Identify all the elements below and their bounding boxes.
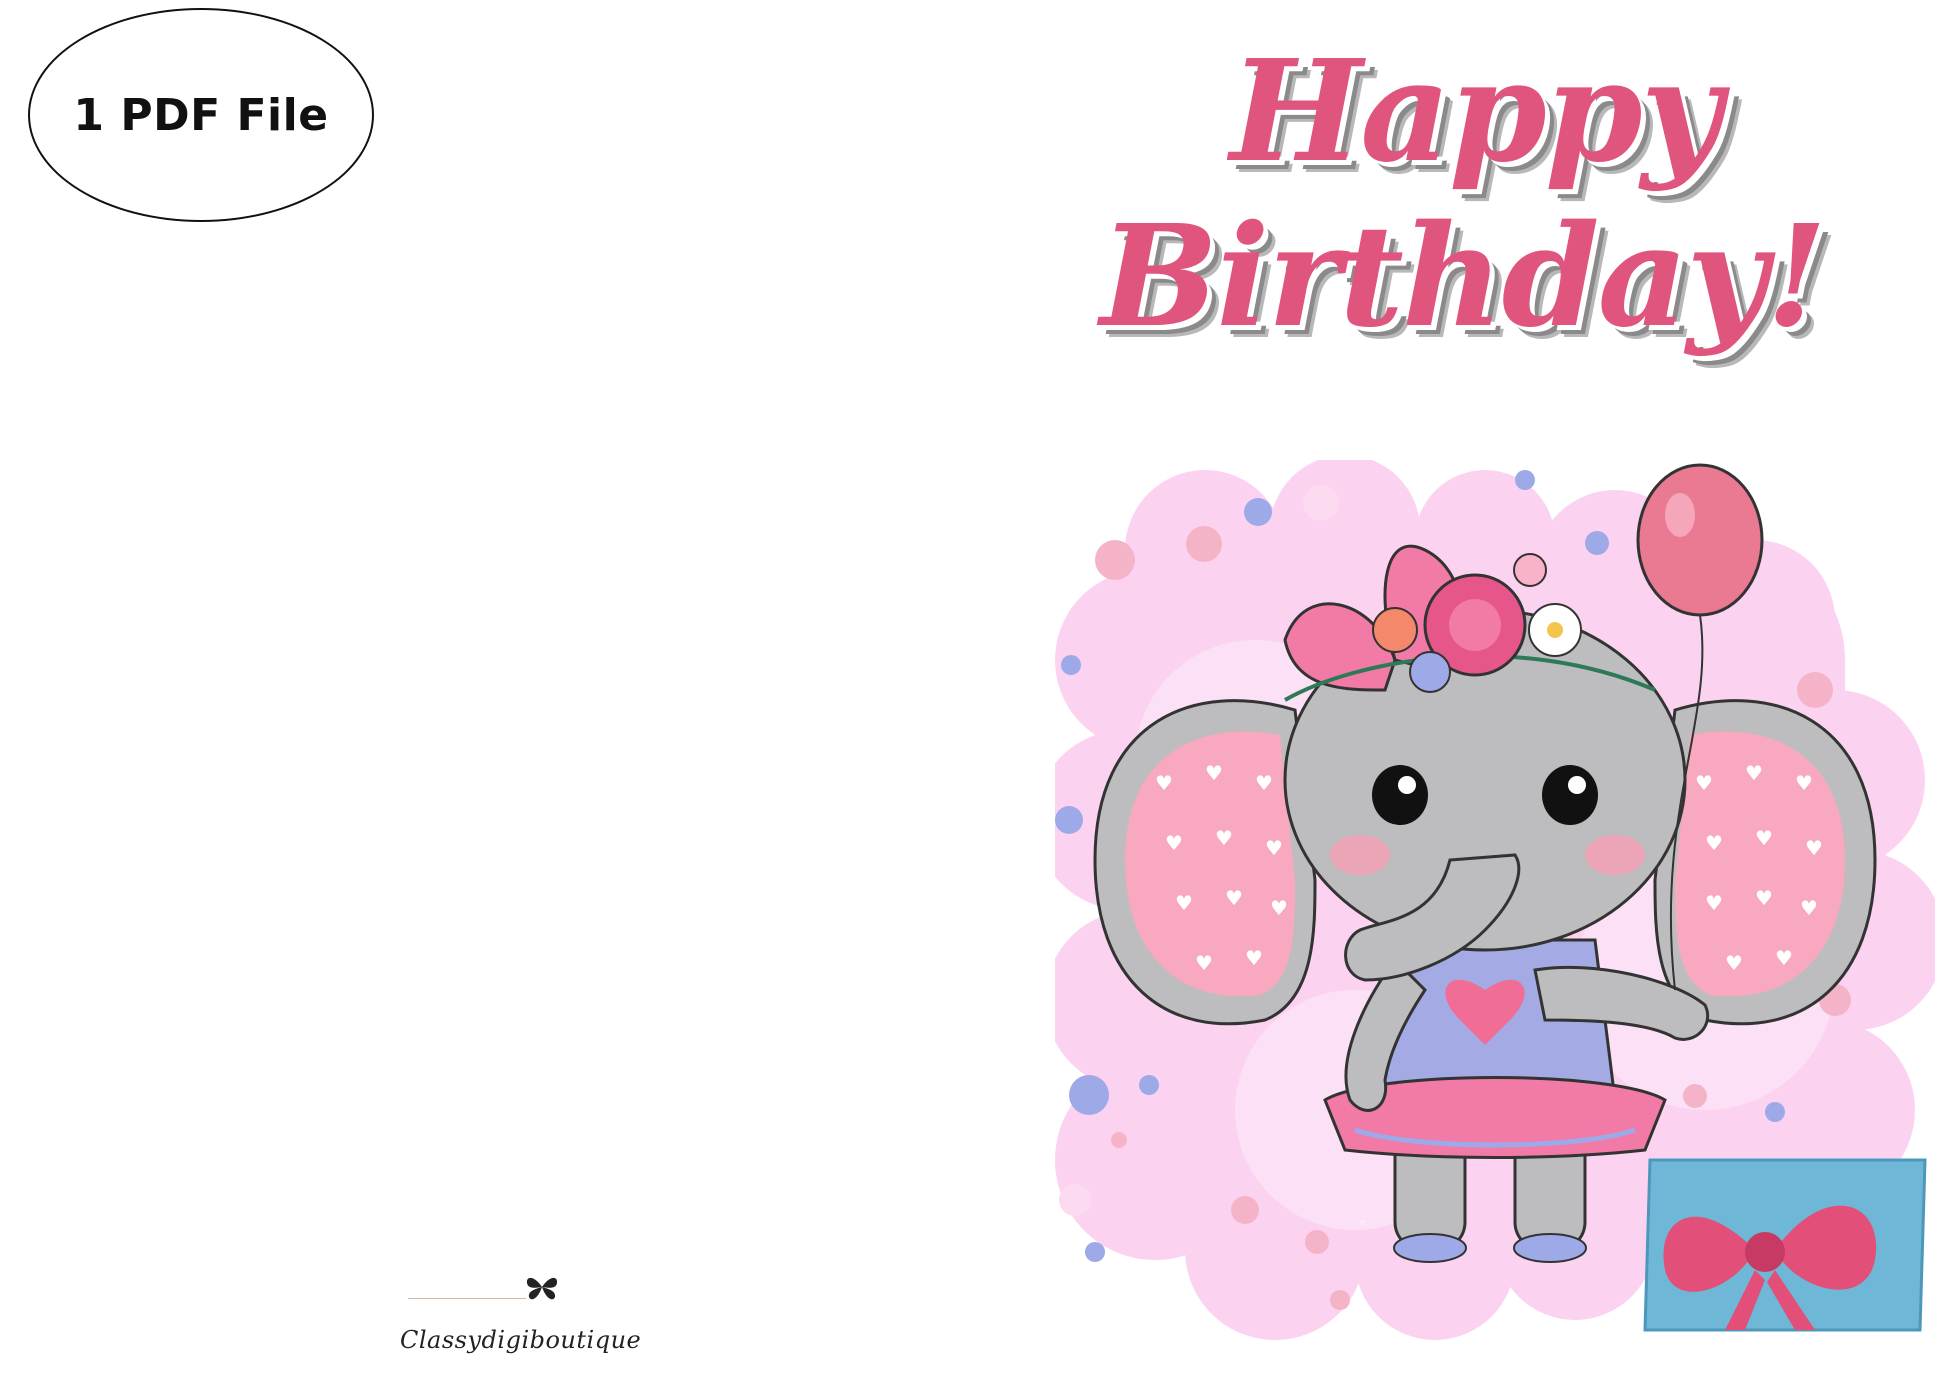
svg-text:♥: ♥ — [1705, 831, 1723, 855]
badge-label: 1 PDF File — [73, 89, 329, 141]
svg-text:♥: ♥ — [1805, 836, 1823, 860]
brand-mark: Classydigiboutique — [400, 1258, 642, 1368]
svg-text:♥: ♥ — [1195, 951, 1213, 975]
butterfly-logo-icon — [526, 1277, 558, 1300]
svg-text:♥: ♥ — [1155, 771, 1173, 795]
svg-text:♥: ♥ — [1205, 761, 1223, 785]
svg-text:♥: ♥ — [1270, 896, 1288, 920]
title-line-happy: Happy — [1230, 30, 1722, 194]
svg-text:♥: ♥ — [1265, 836, 1283, 860]
brand-divider — [408, 1298, 526, 1299]
svg-text:♥: ♥ — [1245, 946, 1263, 970]
card-title: Happy Birthday! — [1080, 20, 1940, 400]
svg-text:♥: ♥ — [1165, 831, 1183, 855]
title-line-birthday: Birthday! — [1100, 195, 1827, 359]
svg-text:♥: ♥ — [1755, 886, 1773, 910]
svg-text:♥: ♥ — [1755, 826, 1773, 850]
svg-text:♥: ♥ — [1795, 771, 1813, 795]
elephant-illustration: ♥ ♥ ♥ ♥ ♥ ♥ ♥ ♥ ♥ ♥ ♥ ♥ ♥ ♥ ♥ ♥ ♥ ♥ ♥ ♥ ♥ ♥ — [1055, 460, 1935, 1340]
file-count-badge: 1 PDF File — [28, 8, 374, 222]
left-ear — [1093, 699, 1317, 1026]
svg-text:♥: ♥ — [1215, 826, 1233, 850]
gift-box — [1643, 1158, 1927, 1332]
svg-text:♥: ♥ — [1705, 891, 1723, 915]
right-ear — [1653, 699, 1877, 1026]
svg-text:♥: ♥ — [1745, 761, 1763, 785]
svg-text:♥: ♥ — [1800, 896, 1818, 920]
brand-name: Classydigiboutique — [400, 1326, 642, 1354]
svg-text:♥: ♥ — [1725, 951, 1743, 975]
svg-text:♥: ♥ — [1775, 946, 1793, 970]
svg-text:♥: ♥ — [1225, 886, 1243, 910]
svg-text:♥: ♥ — [1175, 891, 1193, 915]
svg-text:♥: ♥ — [1695, 771, 1713, 795]
svg-text:♥: ♥ — [1255, 771, 1273, 795]
